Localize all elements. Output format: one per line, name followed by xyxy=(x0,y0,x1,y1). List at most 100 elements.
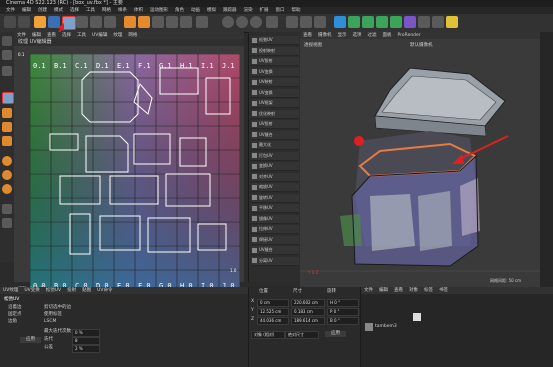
tolerance-field[interactable]: 2 % xyxy=(72,345,100,353)
uv-command-button[interactable]: 变换UV xyxy=(251,162,299,171)
size-field[interactable]: 220.602 cm xyxy=(291,299,325,307)
nurbs-icon[interactable] xyxy=(166,16,178,28)
uv-command-button[interactable]: 最大化 xyxy=(251,141,299,150)
uv-command-button[interactable]: 缩放UV xyxy=(251,183,299,192)
uv-command-button[interactable]: 松弛UV xyxy=(251,36,299,45)
attributes-tab[interactable]: UV命令 xyxy=(97,287,112,294)
menu-item[interactable]: 创建 xyxy=(38,7,47,14)
uv-command-button[interactable]: UV投射 xyxy=(251,120,299,129)
cloner-icon[interactable] xyxy=(376,16,388,28)
objects-menu-item[interactable]: 标签 xyxy=(424,287,433,294)
viewport-menu-item[interactable]: 查看 xyxy=(303,32,312,39)
uv-command-button[interactable]: 拉伸UV xyxy=(251,225,299,234)
option-corners[interactable]: 边角 xyxy=(8,319,17,325)
array-icon[interactable] xyxy=(180,16,192,28)
menu-item[interactable]: 跟踪器 xyxy=(223,7,237,14)
viewport-menu-item[interactable]: 选项 xyxy=(353,32,362,39)
model-mode-icon[interactable] xyxy=(2,50,12,60)
undo-icon[interactable] xyxy=(4,16,16,28)
menu-item[interactable]: 窗口 xyxy=(276,7,285,14)
rotation-field[interactable]: H 0 ° xyxy=(327,299,359,307)
attributes-tab[interactable]: UV纹理 xyxy=(3,287,18,294)
uv-menu-item[interactable]: 纹理 xyxy=(113,32,122,39)
menu-item[interactable]: 帮助 xyxy=(292,7,301,14)
uv-command-button[interactable]: 焊接UV xyxy=(251,235,299,245)
uv-command-button[interactable]: UV映射 xyxy=(251,78,299,87)
option-cut-selected-edges[interactable]: 剪切选中的边 xyxy=(44,305,71,311)
field-icon[interactable] xyxy=(390,16,402,28)
menu-item[interactable]: 动画 xyxy=(191,7,200,14)
menu-item[interactable]: 模式 xyxy=(54,7,63,14)
perspective-viewport[interactable]: 查看 摄像机 显示 选项 过滤 面板 ProRender 透视视图 默认摄像机 Y X Z … xyxy=(300,32,540,287)
attributes-tab[interactable]: 投射 xyxy=(67,287,76,294)
size-mode-select[interactable]: 绝对尺寸 xyxy=(285,331,319,339)
workplane-icon[interactable] xyxy=(2,170,12,180)
option-lscm[interactable]: LSCM xyxy=(44,319,56,325)
y-axis-lock-icon[interactable] xyxy=(236,16,248,28)
edge-mode-icon[interactable] xyxy=(2,122,12,132)
size-field[interactable]: 0.183 cm xyxy=(291,308,325,316)
camera-icon[interactable] xyxy=(432,16,444,28)
attributes-tab[interactable]: UV变换 xyxy=(24,287,39,294)
max-iter-field[interactable]: 0 % xyxy=(72,329,100,337)
viewport-menu-item[interactable]: 摄像机 xyxy=(318,32,332,39)
uv-menu-item[interactable]: 选择 xyxy=(62,32,71,39)
uv-menu-item[interactable]: 文件 xyxy=(17,32,26,39)
apply-button[interactable]: 应用 xyxy=(20,337,41,343)
make-editable-icon[interactable] xyxy=(2,36,12,46)
uv-menu-item[interactable]: 工具 xyxy=(77,32,86,39)
texture-mode-icon[interactable] xyxy=(2,66,12,76)
objects-menu-item[interactable]: 查看 xyxy=(394,287,403,294)
viewport-menu-item[interactable]: ProRender xyxy=(398,32,421,39)
point-mode-icon[interactable] xyxy=(2,108,12,118)
menu-item[interactable]: 渲染 xyxy=(244,7,253,14)
z-axis-lock-icon[interactable] xyxy=(250,16,262,28)
uv-command-button[interactable]: 对齐UV xyxy=(251,172,299,182)
viewport-menu-item[interactable]: 面板 xyxy=(383,32,392,39)
rotation-field[interactable]: P 0 ° xyxy=(327,308,359,316)
menu-item[interactable]: 角色 xyxy=(175,7,184,14)
cube-primitive-icon[interactable] xyxy=(334,16,346,28)
uv-menu-item[interactable]: 查看 xyxy=(47,32,56,39)
subdivision-icon[interactable] xyxy=(362,16,374,28)
menu-item[interactable]: 样条 xyxy=(118,7,127,14)
uv-command-button[interactable]: UV变换 xyxy=(251,67,299,77)
objects-menu-item[interactable]: 编辑 xyxy=(379,287,388,294)
rotate-icon[interactable] xyxy=(90,16,102,28)
position-field[interactable]: 12.525 cm xyxy=(257,308,289,316)
iterations-field[interactable]: 8 xyxy=(72,337,100,345)
size-field[interactable]: 189.614 cm xyxy=(291,317,325,325)
uv-command-button[interactable]: UV投射 xyxy=(251,57,299,66)
solo-icon[interactable] xyxy=(2,184,12,194)
uv-grid-canvas[interactable]: 0.1 B.1 C.1 D.1 E.1 F.1 G.1 H.1 I.1 J.10.0 B.0 C.0 D… xyxy=(30,54,240,294)
menu-item[interactable]: 模拟 xyxy=(207,7,216,14)
live-select-icon[interactable] xyxy=(34,16,46,28)
add-object-icon[interactable] xyxy=(124,16,136,28)
attributes-tab[interactable]: 松弛UV xyxy=(46,287,61,294)
viewport-menu-item[interactable]: 显示 xyxy=(338,32,347,39)
spline-icon[interactable] xyxy=(152,16,164,28)
option-pin-points[interactable]: 固定点 xyxy=(8,312,22,318)
transform-icon[interactable] xyxy=(104,16,116,28)
cube-icon[interactable] xyxy=(138,16,150,28)
polygon-mode-icon[interactable] xyxy=(2,136,12,146)
uv-command-button[interactable]: UV缝合 xyxy=(251,246,299,255)
attributes-tab[interactable]: 贴图 xyxy=(82,287,91,294)
option-use-tags[interactable]: 使用标签 xyxy=(44,312,62,318)
uv-polygon-mode-icon[interactable] xyxy=(2,92,14,104)
menu-item[interactable]: 网格 xyxy=(102,7,111,14)
objects-menu-item[interactable]: 文件 xyxy=(364,287,373,294)
uv-command-button[interactable]: 投射映射 xyxy=(251,46,299,56)
menu-item[interactable]: 选择 xyxy=(70,7,79,14)
x-axis-lock-icon[interactable] xyxy=(222,16,234,28)
render-settings-icon[interactable] xyxy=(314,16,326,28)
tweak-mode-icon[interactable] xyxy=(2,218,12,228)
axis-mode-icon[interactable] xyxy=(2,204,12,214)
menu-item[interactable]: 扩展 xyxy=(260,7,269,14)
uv-menu-item[interactable]: UV编辑 xyxy=(92,32,107,39)
uv-command-button[interactable]: 分离UV xyxy=(251,256,299,266)
objects-menu-item[interactable]: 对象 xyxy=(409,287,418,294)
uv-command-button[interactable]: 旋转UV xyxy=(251,193,299,203)
menu-item[interactable]: 运动图形 xyxy=(150,7,168,14)
rotation-field[interactable]: B 0 ° xyxy=(327,317,359,325)
